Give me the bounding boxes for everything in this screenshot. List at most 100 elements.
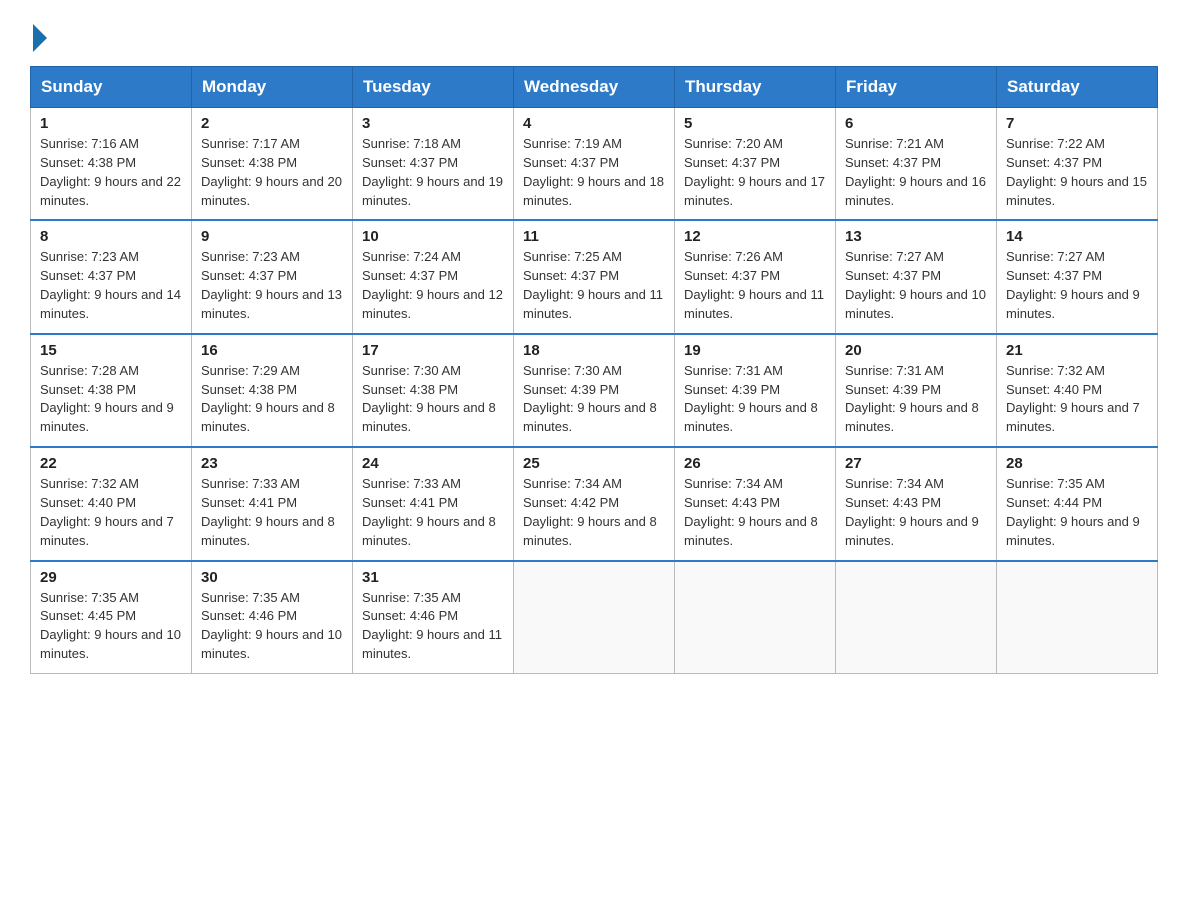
day-info: Sunrise: 7:33 AMSunset: 4:41 PMDaylight:… xyxy=(362,476,496,548)
day-info: Sunrise: 7:20 AMSunset: 4:37 PMDaylight:… xyxy=(684,136,825,208)
calendar-day-cell: 24 Sunrise: 7:33 AMSunset: 4:41 PMDaylig… xyxy=(353,447,514,560)
day-info: Sunrise: 7:19 AMSunset: 4:37 PMDaylight:… xyxy=(523,136,664,208)
day-info: Sunrise: 7:26 AMSunset: 4:37 PMDaylight:… xyxy=(684,249,824,321)
day-info: Sunrise: 7:34 AMSunset: 4:42 PMDaylight:… xyxy=(523,476,657,548)
day-number: 19 xyxy=(684,342,826,359)
day-number: 24 xyxy=(362,455,504,472)
day-info: Sunrise: 7:35 AMSunset: 4:46 PMDaylight:… xyxy=(201,590,342,662)
day-number: 20 xyxy=(845,342,987,359)
day-info: Sunrise: 7:25 AMSunset: 4:37 PMDaylight:… xyxy=(523,249,663,321)
calendar-day-cell: 25 Sunrise: 7:34 AMSunset: 4:42 PMDaylig… xyxy=(514,447,675,560)
day-number: 17 xyxy=(362,342,504,359)
calendar-day-cell xyxy=(836,561,997,674)
calendar-day-cell: 29 Sunrise: 7:35 AMSunset: 4:45 PMDaylig… xyxy=(31,561,192,674)
calendar-day-cell: 21 Sunrise: 7:32 AMSunset: 4:40 PMDaylig… xyxy=(997,334,1158,447)
day-info: Sunrise: 7:28 AMSunset: 4:38 PMDaylight:… xyxy=(40,363,174,435)
day-number: 29 xyxy=(40,569,182,586)
day-number: 21 xyxy=(1006,342,1148,359)
day-number: 2 xyxy=(201,115,343,132)
day-number: 22 xyxy=(40,455,182,472)
day-info: Sunrise: 7:23 AMSunset: 4:37 PMDaylight:… xyxy=(201,249,342,321)
calendar-day-cell: 2 Sunrise: 7:17 AMSunset: 4:38 PMDayligh… xyxy=(192,108,353,221)
day-info: Sunrise: 7:29 AMSunset: 4:38 PMDaylight:… xyxy=(201,363,335,435)
day-info: Sunrise: 7:34 AMSunset: 4:43 PMDaylight:… xyxy=(684,476,818,548)
day-number: 26 xyxy=(684,455,826,472)
day-number: 30 xyxy=(201,569,343,586)
day-number: 3 xyxy=(362,115,504,132)
day-number: 6 xyxy=(845,115,987,132)
weekday-header-thursday: Thursday xyxy=(675,67,836,108)
day-info: Sunrise: 7:17 AMSunset: 4:38 PMDaylight:… xyxy=(201,136,342,208)
calendar-day-cell xyxy=(675,561,836,674)
calendar-day-cell: 16 Sunrise: 7:29 AMSunset: 4:38 PMDaylig… xyxy=(192,334,353,447)
weekday-header-wednesday: Wednesday xyxy=(514,67,675,108)
calendar-week-row: 8 Sunrise: 7:23 AMSunset: 4:37 PMDayligh… xyxy=(31,220,1158,333)
day-info: Sunrise: 7:18 AMSunset: 4:37 PMDaylight:… xyxy=(362,136,503,208)
calendar-day-cell: 5 Sunrise: 7:20 AMSunset: 4:37 PMDayligh… xyxy=(675,108,836,221)
day-info: Sunrise: 7:31 AMSunset: 4:39 PMDaylight:… xyxy=(845,363,979,435)
calendar-day-cell: 6 Sunrise: 7:21 AMSunset: 4:37 PMDayligh… xyxy=(836,108,997,221)
calendar-day-cell: 28 Sunrise: 7:35 AMSunset: 4:44 PMDaylig… xyxy=(997,447,1158,560)
day-number: 16 xyxy=(201,342,343,359)
calendar-day-cell: 31 Sunrise: 7:35 AMSunset: 4:46 PMDaylig… xyxy=(353,561,514,674)
calendar-day-cell: 8 Sunrise: 7:23 AMSunset: 4:37 PMDayligh… xyxy=(31,220,192,333)
calendar-table: SundayMondayTuesdayWednesdayThursdayFrid… xyxy=(30,66,1158,674)
weekday-header-friday: Friday xyxy=(836,67,997,108)
day-info: Sunrise: 7:35 AMSunset: 4:46 PMDaylight:… xyxy=(362,590,502,662)
calendar-day-cell: 11 Sunrise: 7:25 AMSunset: 4:37 PMDaylig… xyxy=(514,220,675,333)
calendar-week-row: 1 Sunrise: 7:16 AMSunset: 4:38 PMDayligh… xyxy=(31,108,1158,221)
weekday-header-row: SundayMondayTuesdayWednesdayThursdayFrid… xyxy=(31,67,1158,108)
day-info: Sunrise: 7:35 AMSunset: 4:45 PMDaylight:… xyxy=(40,590,181,662)
calendar-day-cell: 15 Sunrise: 7:28 AMSunset: 4:38 PMDaylig… xyxy=(31,334,192,447)
day-info: Sunrise: 7:31 AMSunset: 4:39 PMDaylight:… xyxy=(684,363,818,435)
day-number: 4 xyxy=(523,115,665,132)
day-number: 25 xyxy=(523,455,665,472)
day-number: 18 xyxy=(523,342,665,359)
day-info: Sunrise: 7:34 AMSunset: 4:43 PMDaylight:… xyxy=(845,476,979,548)
day-number: 7 xyxy=(1006,115,1148,132)
day-info: Sunrise: 7:24 AMSunset: 4:37 PMDaylight:… xyxy=(362,249,503,321)
calendar-day-cell: 3 Sunrise: 7:18 AMSunset: 4:37 PMDayligh… xyxy=(353,108,514,221)
day-number: 1 xyxy=(40,115,182,132)
day-info: Sunrise: 7:35 AMSunset: 4:44 PMDaylight:… xyxy=(1006,476,1140,548)
day-number: 27 xyxy=(845,455,987,472)
day-info: Sunrise: 7:21 AMSunset: 4:37 PMDaylight:… xyxy=(845,136,986,208)
day-number: 13 xyxy=(845,228,987,245)
page-header xyxy=(30,20,1158,48)
day-number: 11 xyxy=(523,228,665,245)
calendar-day-cell: 14 Sunrise: 7:27 AMSunset: 4:37 PMDaylig… xyxy=(997,220,1158,333)
calendar-week-row: 15 Sunrise: 7:28 AMSunset: 4:38 PMDaylig… xyxy=(31,334,1158,447)
weekday-header-monday: Monday xyxy=(192,67,353,108)
day-number: 14 xyxy=(1006,228,1148,245)
calendar-day-cell: 19 Sunrise: 7:31 AMSunset: 4:39 PMDaylig… xyxy=(675,334,836,447)
day-info: Sunrise: 7:22 AMSunset: 4:37 PMDaylight:… xyxy=(1006,136,1147,208)
day-number: 8 xyxy=(40,228,182,245)
logo xyxy=(30,20,47,48)
weekday-header-saturday: Saturday xyxy=(997,67,1158,108)
calendar-day-cell: 12 Sunrise: 7:26 AMSunset: 4:37 PMDaylig… xyxy=(675,220,836,333)
day-info: Sunrise: 7:32 AMSunset: 4:40 PMDaylight:… xyxy=(1006,363,1140,435)
calendar-day-cell: 22 Sunrise: 7:32 AMSunset: 4:40 PMDaylig… xyxy=(31,447,192,560)
day-number: 10 xyxy=(362,228,504,245)
day-info: Sunrise: 7:32 AMSunset: 4:40 PMDaylight:… xyxy=(40,476,174,548)
calendar-day-cell: 20 Sunrise: 7:31 AMSunset: 4:39 PMDaylig… xyxy=(836,334,997,447)
calendar-day-cell: 10 Sunrise: 7:24 AMSunset: 4:37 PMDaylig… xyxy=(353,220,514,333)
calendar-week-row: 22 Sunrise: 7:32 AMSunset: 4:40 PMDaylig… xyxy=(31,447,1158,560)
calendar-week-row: 29 Sunrise: 7:35 AMSunset: 4:45 PMDaylig… xyxy=(31,561,1158,674)
weekday-header-tuesday: Tuesday xyxy=(353,67,514,108)
day-info: Sunrise: 7:23 AMSunset: 4:37 PMDaylight:… xyxy=(40,249,181,321)
calendar-day-cell: 18 Sunrise: 7:30 AMSunset: 4:39 PMDaylig… xyxy=(514,334,675,447)
calendar-day-cell: 26 Sunrise: 7:34 AMSunset: 4:43 PMDaylig… xyxy=(675,447,836,560)
calendar-day-cell xyxy=(514,561,675,674)
calendar-day-cell: 9 Sunrise: 7:23 AMSunset: 4:37 PMDayligh… xyxy=(192,220,353,333)
day-number: 12 xyxy=(684,228,826,245)
calendar-day-cell: 1 Sunrise: 7:16 AMSunset: 4:38 PMDayligh… xyxy=(31,108,192,221)
calendar-day-cell: 7 Sunrise: 7:22 AMSunset: 4:37 PMDayligh… xyxy=(997,108,1158,221)
calendar-day-cell: 27 Sunrise: 7:34 AMSunset: 4:43 PMDaylig… xyxy=(836,447,997,560)
day-info: Sunrise: 7:33 AMSunset: 4:41 PMDaylight:… xyxy=(201,476,335,548)
day-number: 9 xyxy=(201,228,343,245)
day-number: 15 xyxy=(40,342,182,359)
logo-arrow-icon xyxy=(33,24,47,52)
calendar-day-cell xyxy=(997,561,1158,674)
day-number: 28 xyxy=(1006,455,1148,472)
